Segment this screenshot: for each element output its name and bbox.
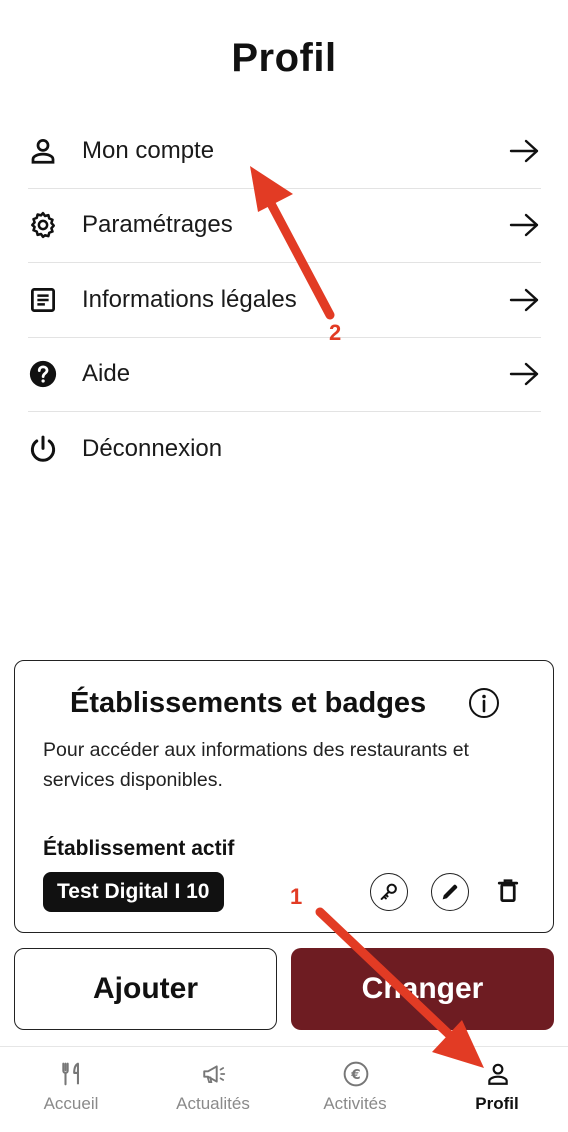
power-icon <box>28 433 60 465</box>
tab-actualites[interactable]: Actualités <box>142 1047 284 1132</box>
tab-accueil[interactable]: Accueil <box>0 1047 142 1132</box>
tab-label: Accueil <box>43 1094 99 1113</box>
menu-item-label: Mon compte <box>82 136 215 164</box>
menu-item-label: Informations légales <box>82 285 297 313</box>
menu-item-mon-compte[interactable]: Mon compte <box>28 114 541 189</box>
tab-profil[interactable]: Profil <box>426 1047 568 1132</box>
arrow-right-icon <box>509 363 539 386</box>
person-icon <box>488 1063 508 1085</box>
menu-item-deconnexion[interactable]: Déconnexion <box>28 412 541 487</box>
arrow-right-icon <box>509 214 539 237</box>
tab-label: Profil <box>475 1094 519 1113</box>
card-description: Pour accéder aux informations des restau… <box>43 739 469 791</box>
arrow-right-icon <box>509 288 539 311</box>
pencil-icon <box>442 884 458 900</box>
megaphone-icon <box>203 1065 226 1083</box>
tab-label: Actualités <box>176 1094 250 1113</box>
edit-button[interactable] <box>431 873 469 911</box>
delete-button[interactable] <box>493 873 531 911</box>
tab-label: Activités <box>323 1094 387 1113</box>
annotation-marker-1: 1 <box>290 884 303 909</box>
annotation-marker-2: 2 <box>329 320 342 345</box>
gear-icon <box>28 209 60 241</box>
tab-activites[interactable]: € Activités <box>284 1047 426 1132</box>
menu-item-label: Déconnexion <box>82 435 223 463</box>
info-icon[interactable] <box>468 687 500 719</box>
change-button[interactable]: Changer <box>291 948 554 1030</box>
active-establishment-badge: Test Digital I 10 <box>43 872 224 912</box>
establishments-card: Établissements et badges Pour accéder au… <box>14 660 554 933</box>
svg-text:€: € <box>350 1067 360 1083</box>
add-button[interactable]: Ajouter <box>14 948 277 1030</box>
active-establishment-label: Établissement actif <box>43 837 235 860</box>
key-button[interactable] <box>370 873 408 911</box>
key-icon <box>380 883 397 900</box>
document-icon <box>28 284 60 316</box>
menu-item-parametrages[interactable]: Paramétrages <box>28 189 541 263</box>
profile-menu: Mon compte Paramétrages Informations lég… <box>28 114 541 487</box>
profile-screen: Profil Mon compte Paramétrages Informati… <box>0 0 568 1132</box>
menu-item-informations-legales[interactable]: Informations légales <box>28 263 541 338</box>
euro-icon: € <box>343 1061 369 1087</box>
menu-item-label: Aide <box>82 360 131 388</box>
menu-item-aide[interactable]: Aide <box>28 338 541 412</box>
help-icon <box>28 358 60 390</box>
trash-icon <box>497 879 519 902</box>
bottom-tab-bar: Accueil Actualités € Activités Profil <box>0 1046 568 1132</box>
card-title: Établissements et badges <box>70 687 427 719</box>
arrow-right-icon <box>509 139 539 162</box>
page-title: Profil <box>231 36 337 80</box>
menu-item-label: Paramétrages <box>82 211 233 239</box>
fork-knife-icon <box>62 1062 79 1086</box>
person-icon <box>28 135 60 167</box>
